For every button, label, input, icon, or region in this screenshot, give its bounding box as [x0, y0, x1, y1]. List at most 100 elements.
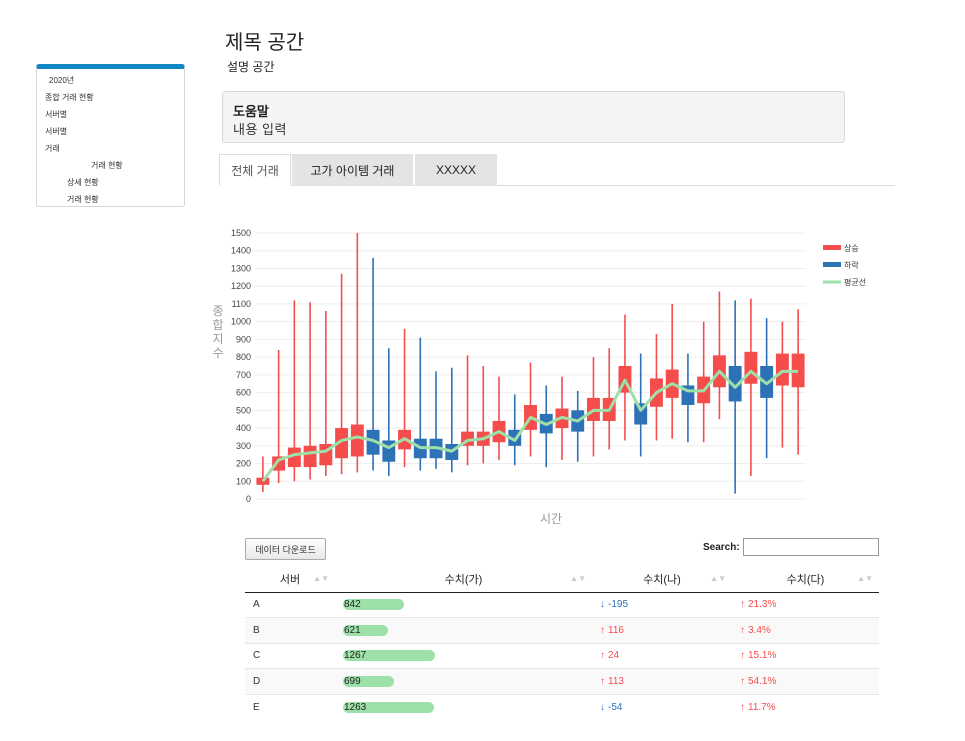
value-text: 11.7%: [748, 701, 776, 713]
y-tick-label: 300: [236, 441, 251, 451]
value-c: ↑ 11.7%: [740, 702, 776, 713]
column-header-value-a[interactable]: 수치(가) ▲▼: [335, 566, 592, 593]
value-a-bar: 1267: [343, 650, 435, 662]
server-name: D: [253, 676, 261, 688]
arrow-up-icon: ↑: [740, 624, 745, 636]
sidebar-item[interactable]: 서버별: [45, 109, 67, 120]
column-header-value-c[interactable]: 수치(다) ▲▼: [732, 566, 879, 593]
value-a-bar: 1263: [343, 701, 434, 713]
sidebar-item[interactable]: 2020년: [49, 75, 74, 86]
server-data-table: 서버 ▲▼ 수치(가) ▲▼ 수치(나) ▲▼ 수치(다) ▲▼ A 842 ↓ -195 ↑ 2…: [245, 566, 879, 720]
value-a-bar: 842: [343, 599, 404, 611]
cell-value-a: 621: [335, 617, 592, 644]
y-tick-label: 1300: [231, 263, 251, 273]
sort-icon: ▲▼: [710, 574, 726, 583]
value-text: 3.4%: [748, 624, 771, 636]
cell-value-c: ↑ 11.7%: [732, 693, 879, 720]
candle-body: [303, 445, 317, 468]
cell-value-b: ↓ -195: [592, 591, 732, 618]
sidebar-item[interactable]: 거래 현황: [91, 160, 123, 171]
sidebar-item[interactable]: 거래: [45, 143, 60, 154]
candle-body: [744, 351, 758, 384]
table-row[interactable]: E 1263 ↓ -54 ↑ 11.7%: [245, 693, 879, 720]
value-b: ↑ 113: [600, 676, 624, 687]
tab-high-value-trades[interactable]: 고가 아이템 거래: [292, 154, 413, 186]
download-data-button[interactable]: 데이터 다운로드: [245, 538, 326, 560]
column-label: 수치(가): [444, 573, 483, 586]
help-panel: 도움말 내용 입력: [222, 91, 845, 143]
sidebar-menu: 2020년 종합 거래 현황 서버별 서버별 거래 거래 현황 상세 현황 거래 현황: [36, 64, 185, 207]
arrow-up-icon: ↑: [600, 676, 605, 688]
sidebar-item[interactable]: 거래 현황: [67, 194, 99, 205]
value-b: ↑ 24: [600, 650, 619, 661]
cell-value-c: ↑ 3.4%: [732, 617, 879, 644]
arrow-up-icon: ↑: [740, 676, 745, 688]
help-body: 내용 입력: [233, 122, 287, 137]
value-text: 21.3%: [748, 599, 777, 611]
value-text: -54: [608, 701, 623, 713]
cell-server: B: [245, 617, 335, 644]
tab-xxxxx[interactable]: XXXXX: [415, 154, 497, 186]
cell-value-b: ↑ 116: [592, 617, 732, 644]
column-label: 서버: [279, 573, 301, 586]
candle-body: [775, 353, 789, 386]
y-tick-label: 1200: [231, 281, 251, 291]
cell-value-a: 1267: [335, 642, 592, 669]
value-text: 116: [608, 624, 624, 636]
cell-server: C: [245, 642, 335, 669]
table-row[interactable]: C 1267 ↑ 24 ↑ 15.1%: [245, 642, 879, 669]
y-tick-label: 100: [236, 476, 251, 486]
column-label: 수치(다): [786, 573, 825, 586]
y-tick-label: 800: [236, 352, 251, 362]
arrow-up-icon: ↑: [600, 624, 605, 636]
column-header-value-b[interactable]: 수치(나) ▲▼: [592, 566, 732, 593]
legend-label: 평균선: [844, 277, 866, 287]
legend-label: 상승: [844, 243, 859, 253]
arrow-up-icon: ↑: [740, 701, 745, 713]
table-row[interactable]: B 621 ↑ 116 ↑ 3.4%: [245, 617, 879, 644]
table-row[interactable]: D 699 ↑ 113 ↑ 54.1%: [245, 668, 879, 695]
y-tick-label: 0: [246, 494, 251, 504]
server-name: A: [253, 599, 260, 611]
y-tick-label: 1100: [232, 299, 251, 309]
y-tick-label: 400: [236, 423, 251, 433]
cell-value-a: 699: [335, 668, 592, 695]
cell-value-c: ↑ 21.3%: [732, 591, 879, 618]
value-text: 113: [608, 676, 624, 688]
y-tick-label: 700: [236, 370, 251, 380]
y-tick-label: 500: [236, 405, 251, 415]
value-text: 54.1%: [748, 676, 777, 688]
search-input[interactable]: [743, 538, 879, 556]
arrow-up-icon: ↑: [600, 650, 605, 662]
server-name: B: [253, 624, 260, 636]
cell-value-b: ↓ -54: [592, 693, 732, 720]
value-text: 15.1%: [748, 650, 777, 662]
y-tick-label: 1400: [231, 246, 251, 256]
server-name: C: [253, 650, 261, 662]
table-row[interactable]: A 842 ↓ -195 ↑ 21.3%: [245, 591, 879, 618]
value-a-bar: 621: [343, 624, 388, 636]
value-c: ↑ 3.4%: [740, 625, 771, 636]
value-b: ↓ -54: [600, 702, 622, 713]
server-name: E: [253, 701, 260, 713]
sort-icon: ▲▼: [570, 574, 586, 583]
cell-server: E: [245, 693, 335, 720]
tab-all-trades[interactable]: 전체 거래: [219, 154, 291, 186]
legend-label: 하락: [844, 260, 859, 270]
cell-value-b: ↑ 113: [592, 668, 732, 695]
sidebar-item[interactable]: 종합 거래 현황: [45, 92, 94, 103]
page-title: 제목 공간: [225, 32, 305, 54]
column-label: 수치(나): [643, 573, 681, 586]
cell-value-a: 842: [335, 591, 592, 618]
value-c: ↑ 21.3%: [740, 599, 776, 610]
cell-server: D: [245, 668, 335, 695]
sidebar-item[interactable]: 상세 현황: [67, 177, 99, 188]
column-header-server[interactable]: 서버 ▲▼: [245, 566, 335, 593]
cell-value-b: ↑ 24: [592, 642, 732, 669]
sidebar-item[interactable]: 서버별: [45, 126, 67, 137]
cell-value-c: ↑ 15.1%: [732, 642, 879, 669]
sort-icon: ▲▼: [313, 574, 329, 583]
legend-swatch: [823, 245, 841, 250]
help-heading: 도움말: [233, 104, 269, 119]
y-tick-label: 600: [236, 388, 251, 398]
